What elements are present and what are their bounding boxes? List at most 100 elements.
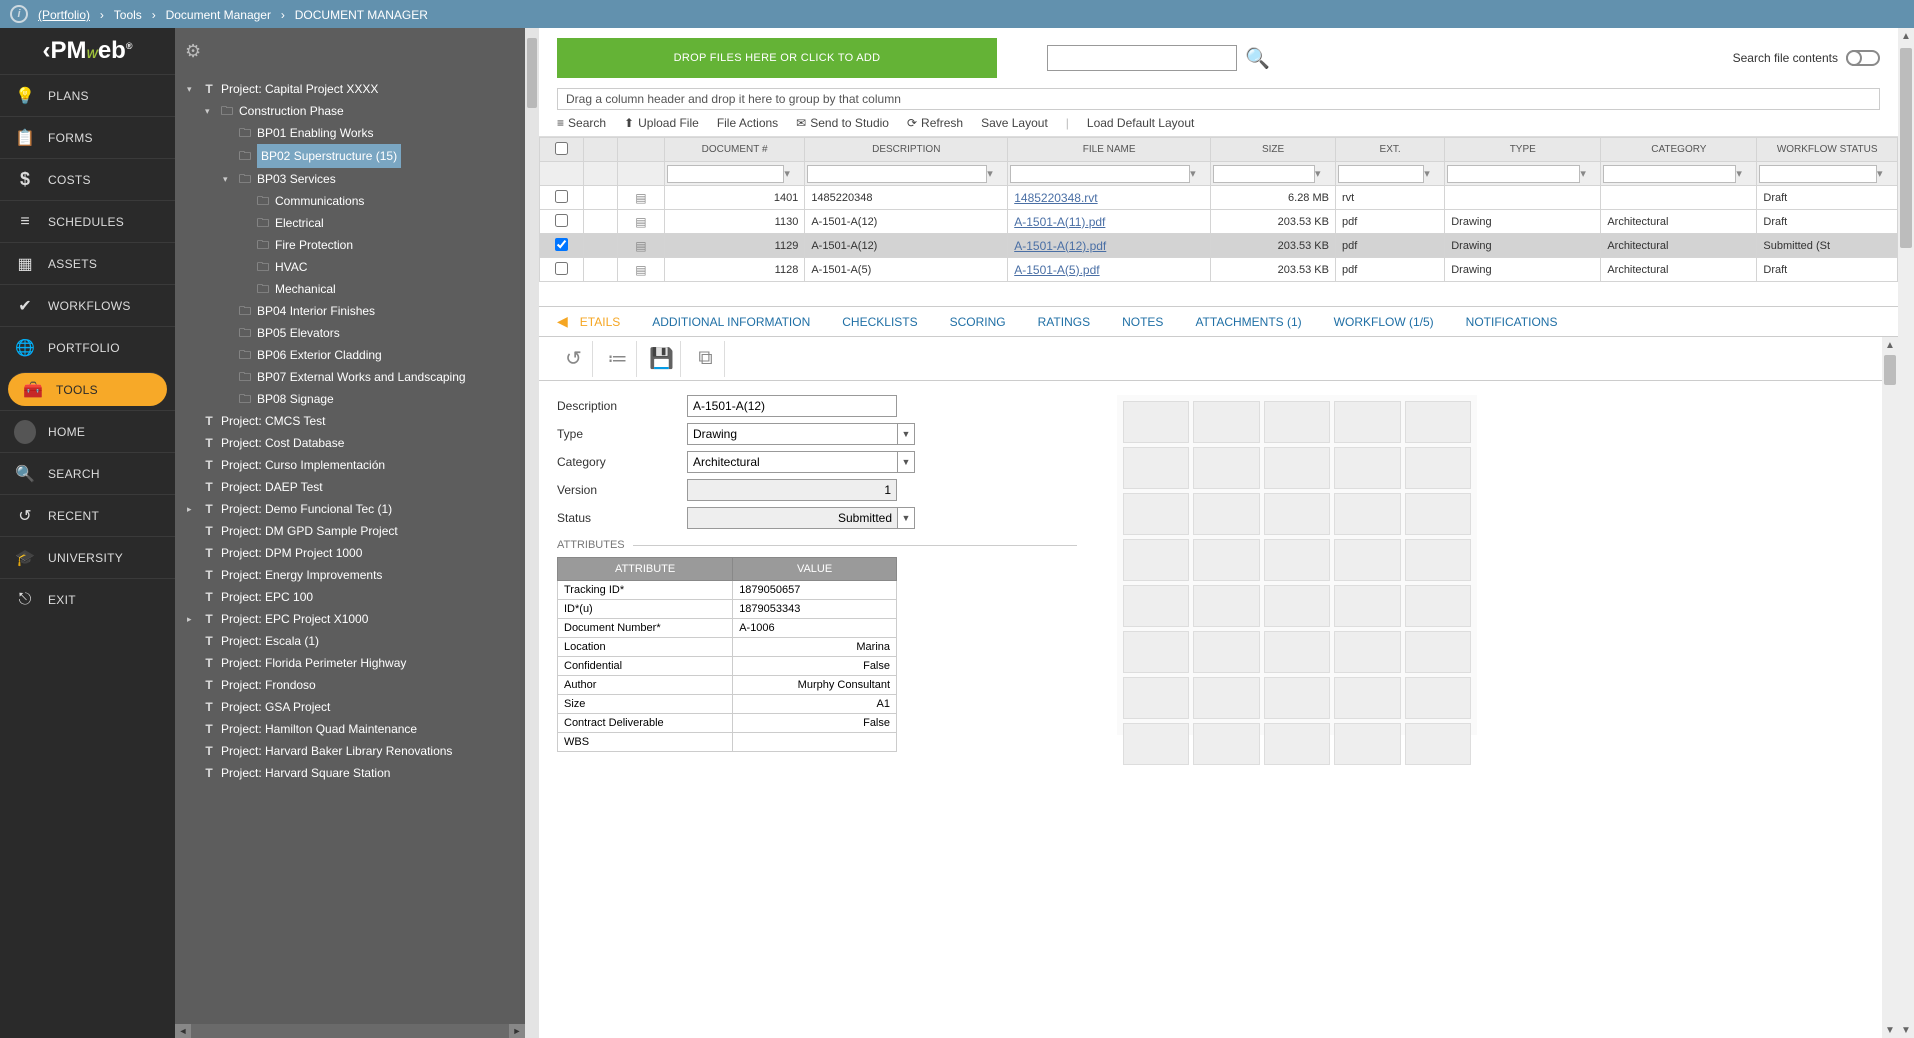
nav-exit[interactable]: ⎋EXIT <box>0 578 175 620</box>
tree-horizontal-scrollbar[interactable]: ◄ ► <box>175 1024 525 1038</box>
documents-grid[interactable]: DOCUMENT #DESCRIPTIONFILE NAMESIZEEXT.TY… <box>539 137 1898 282</box>
grid-search-button[interactable]: ≡Search <box>557 116 606 130</box>
scroll-left-icon[interactable]: ◄ <box>175 1024 191 1038</box>
tab-workflow-1-5-[interactable]: WORKFLOW (1/5) <box>1334 315 1434 329</box>
group-by-bar[interactable]: Drag a column header and drop it here to… <box>557 88 1880 110</box>
col-header[interactable]: FILE NAME <box>1008 138 1211 162</box>
tab-checklists[interactable]: CHECKLISTS <box>842 315 917 329</box>
upload-file-button[interactable]: ⬆Upload File <box>624 116 699 130</box>
content-vertical-scrollbar[interactable]: ▲ ▼ <box>1898 28 1914 1038</box>
tab-ratings[interactable]: RATINGS <box>1038 315 1090 329</box>
tree-node[interactable]: TProject: Florida Perimeter Highway <box>181 652 521 674</box>
expand-arrow-icon[interactable]: ▾ <box>223 168 233 190</box>
search-icon[interactable]: 🔍 <box>1245 46 1270 71</box>
filter-icon[interactable]: ▾ <box>1580 167 1594 181</box>
tabs-scroll-left-icon[interactable]: ◀ <box>557 313 568 330</box>
tab-attachments-1-[interactable]: ATTACHMENTS (1) <box>1195 315 1301 329</box>
tree-node[interactable]: TProject: Frondoso <box>181 674 521 696</box>
tree-node[interactable]: TProject: Energy Improvements <box>181 564 521 586</box>
table-row[interactable]: ▤1129A-1501-A(12)A-1501-A(12).pdf203.53 … <box>540 234 1898 258</box>
scroll-down-icon[interactable]: ▼ <box>1898 1022 1914 1038</box>
info-icon[interactable]: i <box>10 5 28 23</box>
tree-node[interactable]: 🗀BP08 Signage <box>181 388 521 410</box>
column-filter-input[interactable] <box>667 165 784 183</box>
category-input[interactable] <box>687 451 897 473</box>
open-external-icon[interactable]: ⧉ <box>687 341 725 377</box>
tree-node[interactable]: TProject: CMCS Test <box>181 410 521 432</box>
logo[interactable]: ‹PMWeb® <box>0 28 175 74</box>
dropzone[interactable]: DROP FILES HERE OR CLICK TO ADD <box>557 38 997 78</box>
tree-node[interactable]: TProject: Curso Implementación <box>181 454 521 476</box>
tree-node[interactable]: TProject: DAEP Test <box>181 476 521 498</box>
filter-icon[interactable]: ▾ <box>987 167 1001 181</box>
tab-scoring[interactable]: SCORING <box>950 315 1006 329</box>
nav-recent[interactable]: ↺RECENT <box>0 494 175 536</box>
save-icon[interactable]: 💾 <box>643 341 681 377</box>
scroll-right-icon[interactable]: ► <box>509 1024 525 1038</box>
nav-costs[interactable]: $COSTS <box>0 158 175 200</box>
row-checkbox[interactable] <box>555 190 568 203</box>
tree-node[interactable]: TProject: DPM Project 1000 <box>181 542 521 564</box>
tree-node[interactable]: TProject: Harvard Baker Library Renovati… <box>181 740 521 762</box>
tree-node[interactable]: TProject: Cost Database <box>181 432 521 454</box>
detail-vertical-scrollbar[interactable]: ▲ ▼ <box>1882 337 1898 1038</box>
table-row[interactable]: ▤1128A-1501-A(5)A-1501-A(5).pdf203.53 KB… <box>540 258 1898 282</box>
tree-node[interactable]: TProject: DM GPD Sample Project <box>181 520 521 542</box>
nav-forms[interactable]: 📋FORMS <box>0 116 175 158</box>
col-header[interactable] <box>540 138 584 162</box>
tree-vertical-scrollbar[interactable] <box>525 28 539 1038</box>
tree-node[interactable]: ▸TProject: Demo Funcional Tec (1) <box>181 498 521 520</box>
scroll-down-icon[interactable]: ▼ <box>1882 1022 1898 1038</box>
nav-home[interactable]: HOME <box>0 410 175 452</box>
filter-icon[interactable]: ▾ <box>1877 167 1891 181</box>
column-filter-input[interactable] <box>1603 165 1736 183</box>
file-link[interactable]: A-1501-A(12).pdf <box>1014 239 1106 253</box>
col-header[interactable]: DOCUMENT # <box>664 138 804 162</box>
col-header[interactable]: CATEGORY <box>1601 138 1757 162</box>
col-header[interactable]: TYPE <box>1445 138 1601 162</box>
expand-arrow-icon[interactable]: ▸ <box>187 608 197 630</box>
filter-icon[interactable]: ▾ <box>784 167 798 181</box>
file-actions-button[interactable]: File Actions <box>717 116 778 130</box>
row-checkbox[interactable] <box>555 238 568 251</box>
status-input[interactable] <box>687 507 897 529</box>
project-tree[interactable]: ▾TProject: Capital Project XXXX▾🗀Constru… <box>175 74 525 1024</box>
list-settings-icon[interactable]: ≔ <box>599 341 637 377</box>
tree-node[interactable]: 🗀BP06 Exterior Cladding <box>181 344 521 366</box>
tab-notifications[interactable]: NOTIFICATIONS <box>1466 315 1558 329</box>
nav-search[interactable]: 🔍SEARCH <box>0 452 175 494</box>
save-layout-button[interactable]: Save Layout <box>981 116 1048 130</box>
col-header[interactable] <box>618 138 665 162</box>
filter-sliders-icon[interactable]: ⚙ <box>185 41 201 62</box>
table-row[interactable]: ▤1130A-1501-A(12)A-1501-A(11).pdf203.53 … <box>540 210 1898 234</box>
tab-additional-information[interactable]: ADDITIONAL INFORMATION <box>652 315 810 329</box>
description-input[interactable] <box>687 395 897 417</box>
row-checkbox[interactable] <box>555 214 568 227</box>
refresh-button[interactable]: ⟳Refresh <box>907 116 963 130</box>
load-default-layout-button[interactable]: Load Default Layout <box>1087 116 1194 130</box>
send-to-studio-button[interactable]: ✉Send to Studio <box>796 116 889 130</box>
breadcrumb-root[interactable]: (Portfolio) <box>38 8 90 22</box>
tree-node[interactable]: 🗀HVAC <box>181 256 521 278</box>
expand-arrow-icon[interactable]: ▾ <box>205 100 215 122</box>
tree-node[interactable]: TProject: Harvard Square Station <box>181 762 521 784</box>
document-preview[interactable] <box>1117 395 1477 735</box>
col-header[interactable] <box>583 138 617 162</box>
chevron-down-icon[interactable]: ▼ <box>897 507 915 529</box>
tree-node[interactable]: ▾TProject: Capital Project XXXX <box>181 78 521 100</box>
expand-arrow-icon[interactable]: ▾ <box>187 78 197 100</box>
breadcrumb-1[interactable]: Tools <box>114 8 142 22</box>
col-header[interactable]: SIZE <box>1211 138 1336 162</box>
nav-assets[interactable]: ▦ASSETS <box>0 242 175 284</box>
tab-notes[interactable]: NOTES <box>1122 315 1163 329</box>
tree-node[interactable]: 🗀BP05 Elevators <box>181 322 521 344</box>
search-contents-toggle[interactable] <box>1846 50 1880 66</box>
tree-node[interactable]: TProject: Hamilton Quad Maintenance <box>181 718 521 740</box>
chevron-down-icon[interactable]: ▼ <box>897 423 915 445</box>
tab-details[interactable]: ETAILS <box>580 315 620 329</box>
tree-node[interactable]: 🗀Fire Protection <box>181 234 521 256</box>
type-input[interactable] <box>687 423 897 445</box>
column-filter-input[interactable] <box>1213 165 1315 183</box>
column-filter-input[interactable] <box>807 165 987 183</box>
tree-node[interactable]: ▾🗀BP03 Services <box>181 168 521 190</box>
